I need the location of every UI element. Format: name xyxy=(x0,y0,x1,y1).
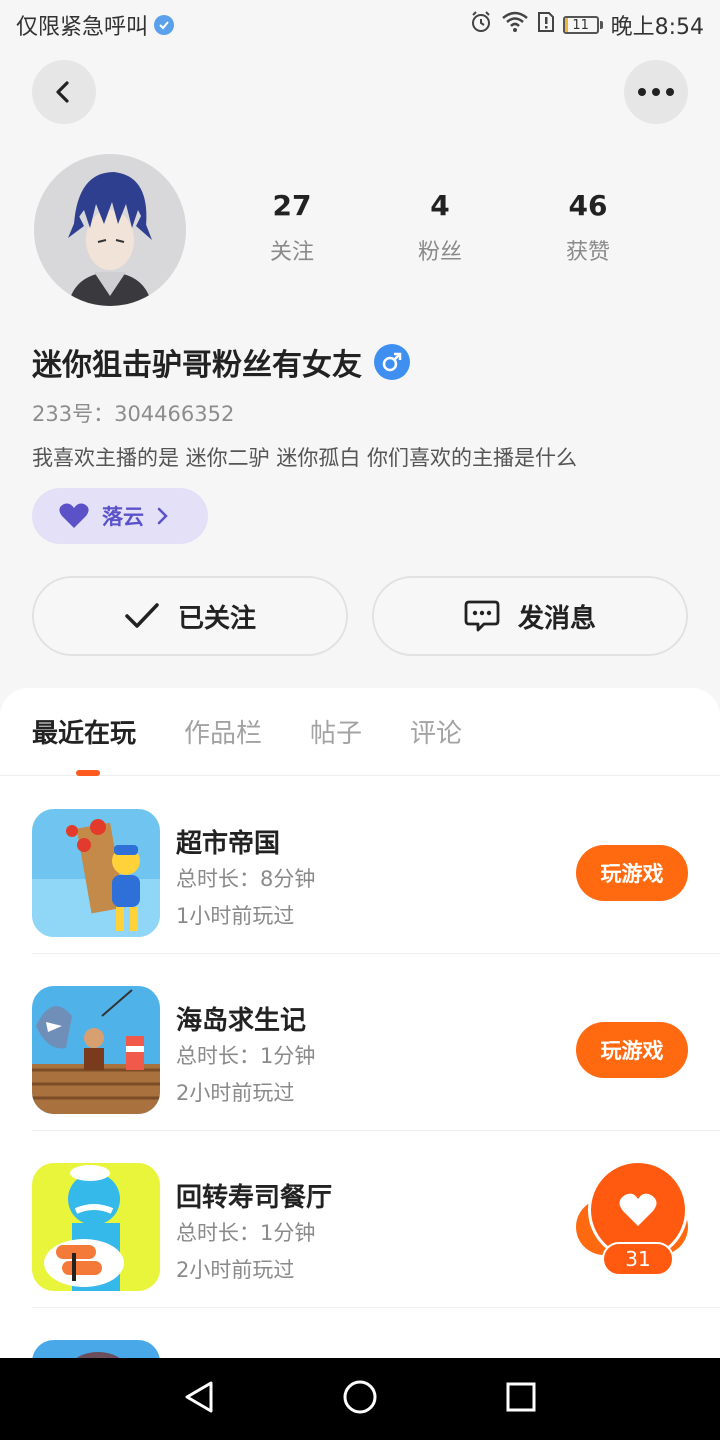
nav-recents-button[interactable] xyxy=(505,1381,537,1417)
game-last-played: 2小时前玩过 xyxy=(176,1258,295,1282)
stat-value: 4 xyxy=(430,189,450,222)
game-icon-sushi xyxy=(32,1163,160,1291)
battery-icon: 11 xyxy=(562,16,603,34)
tab-posts[interactable]: 帖子 xyxy=(310,713,362,750)
male-icon xyxy=(374,344,410,380)
square-recents-icon xyxy=(506,1382,536,1412)
stat-label: 获赞 xyxy=(565,240,610,265)
game-duration: 总时长：8分钟 xyxy=(176,867,316,891)
tab-bar: 最近在玩 作品栏 帖子 评论 xyxy=(0,688,720,776)
game-name: 海岛求生记 xyxy=(176,1006,307,1036)
sim-alert-icon xyxy=(537,11,555,39)
nav-back-button[interactable] xyxy=(183,1380,215,1418)
check-icon xyxy=(125,603,159,628)
stat-following[interactable]: 27 关注 xyxy=(218,192,366,266)
tab-recent-playing[interactable]: 最近在玩 xyxy=(32,713,136,750)
game-last-played: 2小时前玩过 xyxy=(176,1081,295,1105)
follow-button-label: 已关注 xyxy=(177,603,256,634)
avatar[interactable] xyxy=(34,154,186,306)
stat-followers[interactable]: 4 粉丝 xyxy=(366,192,514,266)
clock-time: 晚上8:54 xyxy=(610,15,704,40)
chevron-right-icon xyxy=(157,507,168,525)
user-bio: 我喜欢主播的是 迷你二驴 迷你孤白 你们喜欢的主播是什么 xyxy=(32,446,578,470)
carrier-text: 仅限紧急呼叫 xyxy=(16,15,149,40)
tab-comments[interactable]: 评论 xyxy=(410,713,462,750)
guild-tag[interactable]: 落云 xyxy=(32,488,208,544)
game-icon-supermarket xyxy=(32,809,160,937)
game-item-partial[interactable] xyxy=(32,1308,720,1358)
avatar-image xyxy=(34,154,186,306)
heart-icon xyxy=(619,1193,657,1226)
tab-works[interactable]: 作品栏 xyxy=(184,713,262,750)
stat-value: 46 xyxy=(568,189,608,222)
game-duration: 总时长：1分钟 xyxy=(176,1221,316,1245)
stat-label: 关注 xyxy=(269,240,314,265)
hd-icon xyxy=(154,15,175,35)
play-game-button[interactable]: 玩游戏 xyxy=(576,845,688,901)
battery-level: 11 xyxy=(572,17,589,33)
play-game-button[interactable]: 玩游戏 xyxy=(576,1022,688,1078)
profile-stats: 27 关注 4 粉丝 46 获赞 xyxy=(218,192,662,266)
username-row: 迷你狙击驴哥粉丝有女友 xyxy=(32,340,410,384)
guild-tag-label: 落云 xyxy=(102,505,144,529)
chat-bubble-icon xyxy=(464,600,500,632)
chevron-left-icon xyxy=(56,81,69,103)
game-last-played: 1小时前玩过 xyxy=(176,904,295,928)
stat-likes[interactable]: 46 获赞 xyxy=(514,192,662,266)
game-duration: 总时长：1分钟 xyxy=(176,1044,316,1068)
follow-button[interactable]: 已关注 xyxy=(32,576,348,656)
game-icon-island xyxy=(32,986,160,1114)
tab-indicator xyxy=(76,770,100,776)
system-nav-bar xyxy=(0,1358,720,1440)
back-button[interactable] xyxy=(32,60,96,124)
game-name: 回转寿司餐厅 xyxy=(176,1183,333,1213)
stat-value: 27 xyxy=(272,189,312,222)
game-item[interactable]: 超市帝国 总时长：8分钟 1小时前玩过 玩游戏 xyxy=(32,777,720,954)
nav-home-button[interactable] xyxy=(342,1379,378,1419)
heart-icon xyxy=(59,503,89,528)
wifi-icon xyxy=(501,11,529,39)
triangle-back-icon xyxy=(185,1381,213,1413)
alarm-icon xyxy=(469,10,493,40)
status-bar: 仅限紧急呼叫 11 晚上8:54 xyxy=(0,0,720,50)
more-button[interactable] xyxy=(624,60,688,124)
more-horizontal-icon xyxy=(638,88,674,96)
message-button[interactable]: 发消息 xyxy=(372,576,688,656)
message-button-label: 发消息 xyxy=(517,603,596,634)
game-name: 超市帝国 xyxy=(176,829,281,859)
username: 迷你狙击驴哥粉丝有女友 xyxy=(32,348,362,383)
game-item[interactable]: 海岛求生记 总时长：1分钟 2小时前玩过 玩游戏 xyxy=(32,954,720,1131)
game-icon-partial xyxy=(32,1340,160,1358)
stat-label: 粉丝 xyxy=(417,240,462,265)
circle-home-icon xyxy=(343,1380,377,1414)
user-id: 233号：304466352 xyxy=(32,402,235,426)
like-count: 31 xyxy=(602,1242,674,1276)
